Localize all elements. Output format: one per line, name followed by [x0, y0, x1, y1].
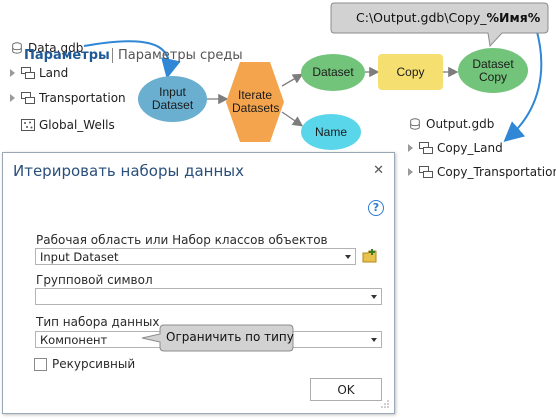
iterate-datasets-label-wrap: Iterate Datasets	[226, 62, 284, 142]
tree-item-copy-land[interactable]: Copy_Land	[408, 141, 503, 155]
workspace-combobox[interactable]: Input Dataset	[35, 248, 356, 265]
tree-item-label: Transportation	[39, 91, 126, 105]
workspace-label: Рабочая область или Набор классов объект…	[36, 233, 328, 247]
expand-chevron-icon[interactable]	[408, 168, 413, 176]
database-icon	[12, 42, 22, 54]
tree-item-label: Copy_Land	[437, 141, 503, 155]
dataset-copy-node[interactable]: Dataset Copy	[458, 48, 528, 93]
tab-environments[interactable]: Параметры среды	[118, 48, 243, 63]
name-label: Name	[314, 124, 347, 139]
point-feature-class-icon	[21, 119, 35, 131]
copy-tool-node[interactable]: Copy	[378, 54, 443, 90]
help-icon[interactable]: ?	[368, 200, 384, 216]
dataset-copy-label: Dataset Copy	[472, 56, 514, 84]
input-dataset-label: Input Dataset	[151, 85, 194, 112]
expand-chevron-icon[interactable]	[408, 144, 413, 152]
feature-dataset-icon	[21, 92, 35, 104]
connector-iterate-name	[281, 111, 304, 127]
path-callout-text: C:\Output.gdb\Copy_%Имя%	[356, 10, 540, 25]
workspace-value: Input Dataset	[40, 250, 119, 264]
tab-parameters[interactable]: Параметры	[24, 48, 110, 63]
dropdown-arrow-icon[interactable]	[371, 338, 377, 342]
database-icon	[410, 118, 420, 130]
tree-item-transportation[interactable]: Transportation	[10, 91, 126, 105]
expand-chevron-icon[interactable]	[10, 94, 15, 102]
tree-item-label: Land	[39, 66, 69, 80]
dropdown-arrow-icon[interactable]	[345, 255, 351, 259]
tree-item-label: Global_Wells	[39, 118, 115, 132]
tree-item-copy-transportation[interactable]: Copy_Transportation	[408, 165, 556, 179]
connector-iterate-dataset	[281, 73, 304, 87]
resize-grip-icon[interactable]	[380, 399, 390, 409]
type-callout-text: Ограничить по типу	[166, 330, 294, 344]
copy-label: Copy	[396, 64, 425, 79]
tree-item-global-wells[interactable]: Global_Wells	[10, 118, 115, 132]
wildcard-label: Групповой символ	[36, 273, 153, 287]
output-gdb-root[interactable]: Output.gdb	[408, 117, 494, 131]
feature-dataset-icon	[419, 166, 433, 178]
feature-dataset-icon	[419, 142, 433, 154]
path-prefix: C:\Output.gdb\Copy_	[356, 10, 487, 25]
recursive-label: Рекурсивный	[52, 357, 136, 371]
dropdown-arrow-icon[interactable]	[371, 295, 377, 299]
output-gdb-label: Output.gdb	[426, 117, 495, 131]
close-icon[interactable]: ✕	[373, 162, 384, 178]
expand-chevron-icon[interactable]	[10, 69, 15, 77]
dialog-title: Итерировать наборы данных	[13, 162, 244, 180]
iterate-datasets-label: Iterate Datasets	[232, 88, 280, 115]
feature-dataset-icon	[21, 67, 35, 79]
path-variable: %Имя%	[486, 10, 541, 25]
input-dataset-node[interactable]: Input Dataset	[138, 76, 207, 122]
tree-item-land[interactable]: Land	[10, 66, 68, 80]
ok-button[interactable]: OK	[310, 378, 382, 401]
tree-item-label: Copy_Transportation	[437, 165, 556, 179]
dataset-type-value: Компонент	[40, 333, 108, 347]
wildcard-combobox[interactable]	[35, 288, 382, 305]
recursive-checkbox[interactable]	[34, 358, 47, 371]
dataset-node[interactable]: Dataset	[301, 54, 365, 91]
add-feature-class-icon[interactable]	[362, 248, 378, 264]
tab-separator	[112, 48, 113, 63]
dataset-label: Dataset	[312, 65, 354, 79]
name-node[interactable]: Name	[301, 114, 361, 150]
